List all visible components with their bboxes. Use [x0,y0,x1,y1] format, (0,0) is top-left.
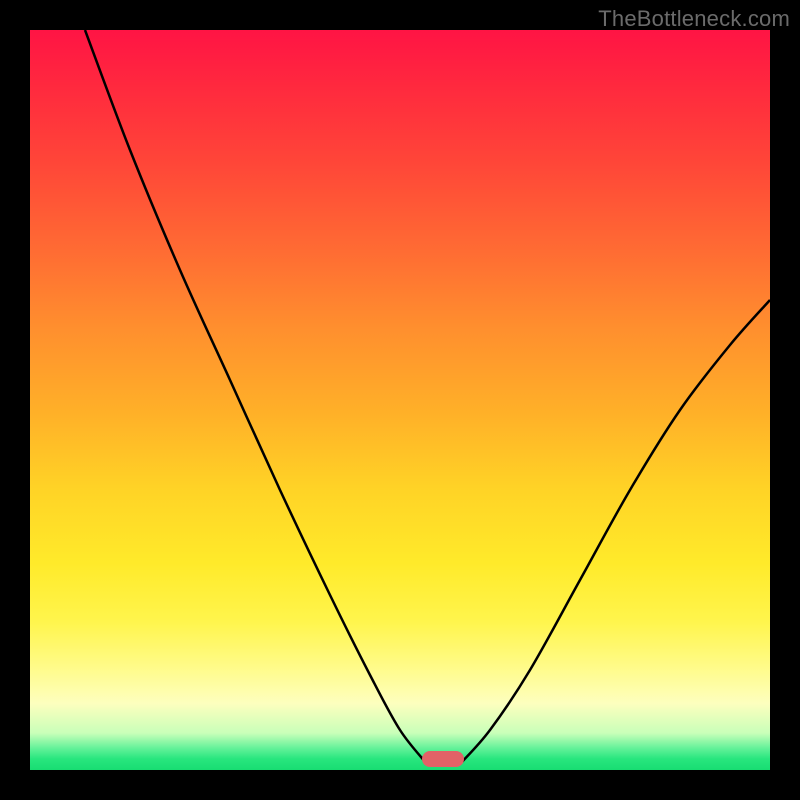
bottleneck-curve [30,30,770,770]
plot-area [30,30,770,770]
optimum-marker [422,751,464,767]
curve-left-branch [85,30,427,764]
curve-right-branch [460,300,770,764]
watermark-text: TheBottleneck.com [598,6,790,32]
